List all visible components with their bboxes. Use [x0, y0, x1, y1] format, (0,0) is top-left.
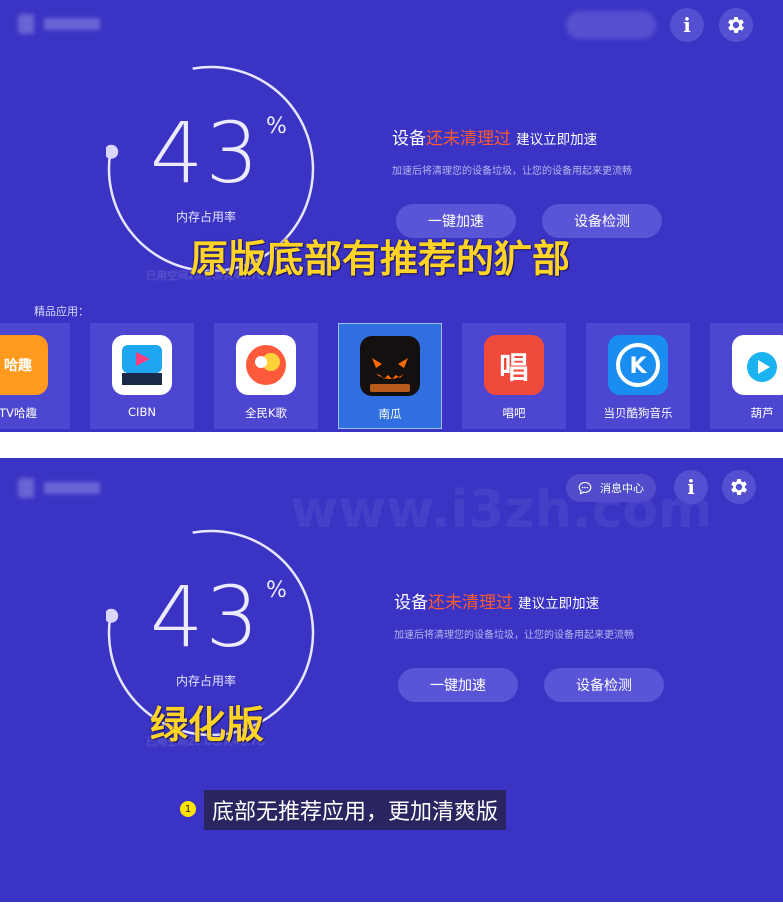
gear-icon — [731, 479, 747, 495]
app-logo-blurred — [18, 478, 34, 498]
memory-ring-knob — [106, 608, 119, 623]
memory-percent-value: 43 — [150, 104, 261, 202]
caption-number-badge: 1 — [180, 801, 196, 817]
app-name: 唱吧 — [502, 406, 526, 420]
percent-sign: % — [266, 578, 287, 603]
overlay-annotation-original: 原版底部有推荐的犷部 — [190, 237, 571, 281]
status-highlight: 还未清理过 — [426, 129, 511, 149]
bottom-border — [0, 902, 783, 907]
status-suffix: 建议立即加速 — [516, 132, 598, 148]
status-suffix: 建议立即加速 — [518, 596, 600, 612]
info-icon: i — [687, 475, 695, 499]
app-tile-nangua[interactable]: 南瓜 — [338, 323, 442, 429]
gear-icon — [728, 17, 744, 33]
settings-button[interactable] — [719, 8, 753, 42]
status-description: 加速后将清理您的设备垃圾，让您的设备用起来更流畅 — [392, 166, 632, 177]
memory-percent-value: 43 — [150, 568, 261, 666]
app-tile-cibn[interactable]: CIBN — [90, 323, 194, 429]
svg-text:K: K — [629, 354, 647, 379]
app-tile-tvhaqu[interactable]: 哈趣 TV哈趣 — [0, 323, 70, 429]
featured-apps-label: 精品应用： — [34, 305, 89, 318]
pumpkin-icon — [360, 336, 420, 396]
status-prefix: 设备 — [394, 593, 428, 613]
memory-ring-knob — [106, 144, 119, 159]
app-tile-quanmin-kge[interactable]: 全民K歌 — [214, 323, 318, 429]
app-name: TV哈趣 — [0, 406, 37, 420]
app-name: 南瓜 — [378, 407, 402, 421]
app-title-blurred — [44, 482, 100, 494]
settings-button[interactable] — [722, 470, 756, 504]
hulu-icon — [732, 335, 783, 395]
app-name: CIBN — [128, 405, 156, 419]
app-title-blurred — [44, 18, 100, 30]
cibn-icon — [112, 335, 172, 395]
message-center-button[interactable]: 消息中心 — [566, 474, 656, 502]
status-prefix: 设备 — [392, 129, 426, 149]
original-version-panel: i 43 % 内存占用率 已用空间20.0G/共46.7G 设备还未清理过 建议… — [0, 0, 783, 432]
device-status-headline: 设备还未清理过 建议立即加速 — [394, 588, 599, 613]
haqu-icon: 哈趣 — [0, 335, 48, 395]
app-tile-changba[interactable]: 唱 唱吧 — [462, 323, 566, 429]
status-description: 加速后将清理您的设备垃圾，让您的设备用起来更流畅 — [394, 630, 634, 641]
memory-usage-label: 内存占用率 — [176, 210, 237, 224]
changba-icon: 唱 — [484, 335, 544, 395]
app-name: 葫芦 — [750, 406, 774, 420]
app-name: 当贝酷狗音乐 — [603, 406, 673, 420]
kugou-icon: K — [608, 335, 668, 395]
caption-text: 底部无推荐应用，更加清爽版 — [204, 790, 507, 830]
kge-icon — [236, 335, 296, 395]
device-status-headline: 设备还未清理过 建议立即加速 — [392, 124, 597, 149]
info-button[interactable]: i — [674, 470, 708, 504]
info-icon: i — [683, 13, 691, 37]
green-version-panel: www.i3zh.com 消息中心 i 43 % 内存占用率 已用空间20.0G… — [0, 458, 783, 902]
app-tile-hulu[interactable]: 葫芦 — [710, 323, 783, 429]
status-highlight: 还未清理过 — [428, 593, 513, 613]
percent-sign: % — [266, 114, 287, 139]
app-logo-blurred — [18, 14, 34, 34]
app-tile-kugou[interactable]: K 当贝酷狗音乐 — [586, 323, 690, 429]
app-name: 全民K歌 — [244, 406, 288, 420]
message-center-label: 消息中心 — [600, 482, 644, 495]
memory-usage-label: 内存占用率 — [176, 674, 237, 688]
one-click-boost-button[interactable]: 一键加速 — [398, 668, 518, 702]
overlay-annotation-green: 绿化版 — [150, 703, 265, 747]
featured-apps-row: 哈趣 TV哈趣 CIBN 全民K歌 南瓜 唱 唱吧 K 当贝酷狗音乐 葫芦 — [0, 323, 783, 429]
panel-separator — [0, 432, 783, 458]
chat-bubble-icon — [578, 481, 592, 495]
device-check-button[interactable]: 设备检测 — [544, 668, 664, 702]
info-button[interactable]: i — [670, 8, 704, 42]
message-center-button-blurred[interactable] — [566, 11, 656, 39]
